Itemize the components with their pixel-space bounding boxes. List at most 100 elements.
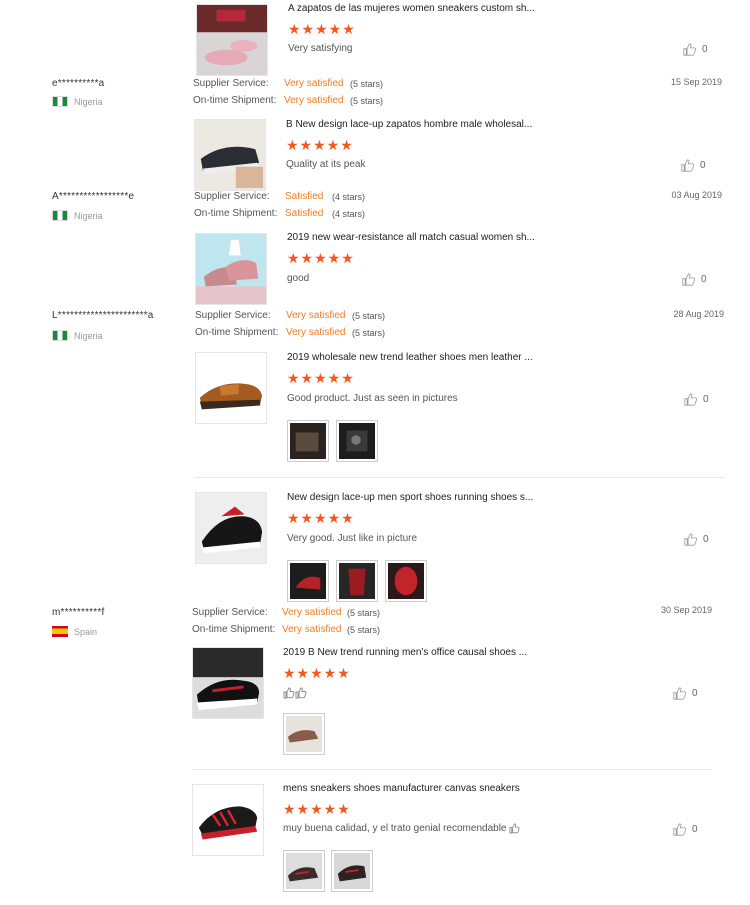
shipment-label: On-time Shipment:: [194, 208, 278, 219]
product-divider: [192, 769, 712, 770]
review-comment: muy buena calidad, y el trato genial rec…: [283, 823, 521, 834]
country-label: Spain: [74, 626, 98, 637]
review-photo[interactable]: [385, 560, 427, 602]
like-button[interactable]: 0: [682, 273, 707, 286]
product-thumbnail[interactable]: [196, 4, 268, 76]
country-label: Nigeria: [74, 330, 103, 341]
rating-stars: ★★★★★: [283, 665, 351, 681]
shipment-label: On-time Shipment:: [195, 327, 279, 338]
like-count: 0: [703, 534, 709, 545]
country-label: Nigeria: [74, 210, 103, 221]
reviewer-name: A*****************e: [52, 191, 135, 202]
like-button[interactable]: 0: [681, 159, 706, 172]
shipment-value: Satisfied: [285, 208, 324, 219]
reviewer-country: Nigeria: [52, 330, 103, 341]
shipment-stars: (5 stars): [347, 625, 381, 635]
product-thumbnail[interactable]: [192, 784, 264, 856]
like-count: 0: [692, 688, 698, 699]
product-title[interactable]: 2019 wholesale new trend leather shoes m…: [287, 352, 533, 363]
reviewer-country: Spain: [52, 626, 97, 637]
review-date: 28 Aug 2019: [673, 309, 724, 319]
shipment-stars: (5 stars): [350, 96, 384, 106]
like-count: 0: [703, 394, 709, 405]
thumbs-up-emoji-icon: [283, 687, 307, 702]
product-title[interactable]: A zapatos de las mujeres women sneakers …: [288, 3, 535, 14]
shipment-value: Very satisfied: [286, 327, 346, 338]
review-photo[interactable]: [287, 420, 329, 462]
shipment-label: On-time Shipment:: [192, 624, 276, 635]
thumbs-up-icon: [681, 159, 694, 172]
review-photo[interactable]: [283, 850, 325, 892]
review-date: 03 Aug 2019: [671, 190, 722, 200]
like-count: 0: [702, 44, 708, 55]
product-title[interactable]: New design lace-up men sport shoes runni…: [287, 492, 533, 503]
product-divider: [194, 477, 724, 478]
product-thumbnail[interactable]: [195, 233, 267, 305]
thumbs-up-icon: [673, 823, 686, 836]
review-photo[interactable]: [283, 713, 325, 755]
product-title[interactable]: mens sneakers shoes manufacturer canvas …: [283, 783, 520, 794]
product-thumbnail[interactable]: [195, 352, 267, 424]
thumbs-up-emoji-icon: [509, 823, 521, 834]
supplier-service-label: Supplier Service:: [194, 191, 270, 202]
product-title[interactable]: 2019 B New trend running men's office ca…: [283, 647, 527, 658]
supplier-service-value: Very satisfied: [284, 78, 344, 89]
shipment-stars: (4 stars): [332, 209, 366, 219]
supplier-service-stars: (5 stars): [347, 608, 381, 618]
reviewer-name: e**********a: [52, 78, 105, 89]
supplier-service-stars: (5 stars): [352, 311, 386, 321]
shipment-value: Very satisfied: [284, 95, 344, 106]
reviewer-country: Nigeria: [52, 96, 103, 107]
reviewer-country: Nigeria: [52, 210, 103, 221]
supplier-service-value: Very satisfied: [282, 607, 342, 618]
review-comment: Very good. Just like in picture: [287, 533, 418, 544]
review-comment: Quality at its peak: [286, 159, 366, 170]
reviewer-name: L**********************a: [52, 310, 154, 321]
shipment-stars: (5 stars): [352, 328, 386, 338]
review-comment: Very satisfying: [288, 43, 353, 54]
rating-stars: ★★★★★: [287, 250, 355, 266]
like-button[interactable]: 0: [684, 393, 709, 406]
like-button[interactable]: 0: [684, 533, 709, 546]
thumbs-up-icon: [684, 533, 697, 546]
thumbs-up-icon: [683, 43, 696, 56]
supplier-service-stars: (5 stars): [350, 79, 384, 89]
review-date: 30 Sep 2019: [660, 605, 712, 615]
product-title[interactable]: B New design lace-up zapatos hombre male…: [286, 119, 532, 130]
thumbs-up-icon: [673, 687, 686, 700]
country-label: Nigeria: [74, 96, 103, 107]
nigeria-flag-icon: [52, 210, 68, 221]
supplier-service-label: Supplier Service:: [193, 78, 269, 89]
like-button[interactable]: 0: [673, 823, 698, 836]
thumbs-up-icon: [682, 273, 695, 286]
supplier-service-value: Very satisfied: [286, 310, 346, 321]
like-count: 0: [700, 160, 706, 171]
like-button[interactable]: 0: [683, 43, 708, 56]
product-thumbnail[interactable]: [195, 492, 267, 564]
like-count: 0: [701, 274, 707, 285]
like-count: 0: [692, 824, 698, 835]
review-date: 15 Sep 2019: [670, 77, 722, 87]
review-photo[interactable]: [336, 560, 378, 602]
supplier-service-label: Supplier Service:: [195, 310, 271, 321]
review-photo[interactable]: [336, 420, 378, 462]
shipment-label: On-time Shipment:: [193, 95, 277, 106]
review-comment: good: [287, 273, 310, 284]
product-thumbnail[interactable]: [192, 647, 264, 719]
rating-stars: ★★★★★: [286, 137, 354, 153]
reviewer-name: m**********f: [52, 607, 105, 618]
spain-flag-icon: [52, 626, 68, 637]
review-comment-text: muy buena calidad, y el trato genial rec…: [283, 823, 507, 834]
nigeria-flag-icon: [52, 96, 68, 107]
review-photo[interactable]: [331, 850, 373, 892]
rating-stars: ★★★★★: [288, 21, 356, 37]
rating-stars: ★★★★★: [283, 801, 351, 817]
product-thumbnail[interactable]: [194, 119, 266, 191]
nigeria-flag-icon: [52, 330, 68, 341]
like-button[interactable]: 0: [673, 687, 698, 700]
rating-stars: ★★★★★: [287, 370, 355, 386]
review-photo[interactable]: [287, 560, 329, 602]
thumbs-up-icon: [684, 393, 697, 406]
product-title[interactable]: 2019 new wear-resistance all match casua…: [287, 232, 535, 243]
supplier-service-value: Satisfied: [285, 191, 324, 202]
